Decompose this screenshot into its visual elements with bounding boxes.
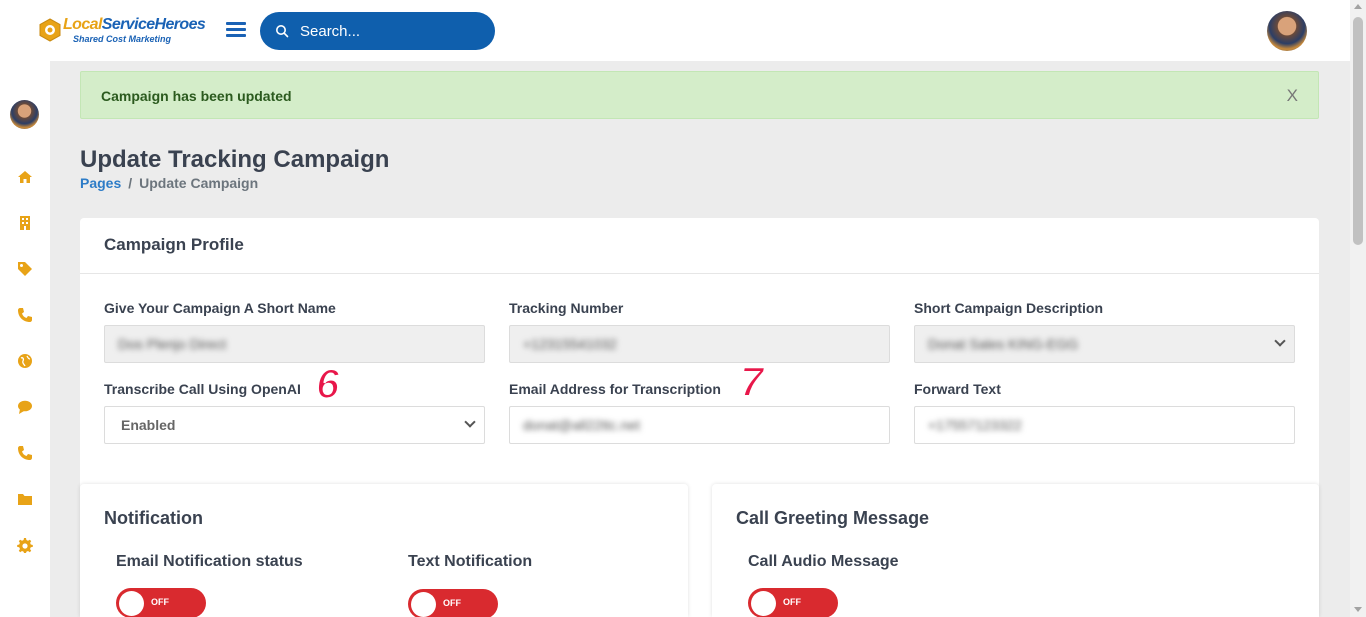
phone-icon[interactable] (17, 307, 33, 323)
sidebar (0, 61, 50, 617)
email-label: Email Address for Transcription (509, 381, 721, 397)
tag-icon[interactable] (17, 261, 33, 277)
page-title: Update Tracking Campaign (80, 146, 390, 173)
call-audio-toggle[interactable]: OFF (748, 588, 838, 617)
email-input[interactable]: donat@all22ttc.net (509, 406, 890, 444)
call-greeting-title: Call Greeting Message (736, 508, 930, 528)
toggle-knob (751, 591, 776, 616)
transcribe-value: Enabled (121, 417, 176, 433)
breadcrumb: Pages / Update Campaign (80, 175, 258, 191)
toggle-state: OFF (783, 597, 801, 607)
short-name-value: Dos Plenjo Direct (118, 336, 227, 352)
call-greeting-card: Call Greeting Message Call Audio Message… (712, 484, 1319, 617)
brand-name: LocalServiceHeroes (63, 16, 206, 33)
home-icon[interactable] (17, 169, 33, 185)
alert-message: Campaign has been updated (101, 88, 292, 104)
card-title: Campaign Profile (104, 235, 244, 254)
building-icon[interactable] (17, 215, 33, 231)
brand-tagline: Shared Cost Marketing (73, 34, 172, 44)
email-value: donat@all22ttc.net (523, 417, 640, 433)
scroll-down-icon[interactable] (1354, 607, 1362, 612)
menu-toggle-icon[interactable] (226, 22, 246, 40)
description-select[interactable]: Donat Sales KING-EGG (914, 325, 1295, 363)
tracking-number-input[interactable]: +12315541032 (509, 325, 890, 363)
toggle-knob (411, 592, 436, 617)
breadcrumb-pages-link[interactable]: Pages (80, 175, 121, 191)
short-name-input[interactable]: Dos Plenjo Direct (104, 325, 485, 363)
call-audio-label: Call Audio Message (748, 553, 899, 570)
forward-text-label: Forward Text (914, 381, 1001, 397)
forward-text-value: +17557123322 (928, 417, 1022, 433)
chevron-down-icon (1274, 335, 1286, 347)
notification-card: Notification Email Notification status O… (80, 484, 688, 617)
transcribe-select[interactable]: Enabled (104, 406, 485, 444)
phone-icon[interactable] (17, 445, 33, 461)
tracking-number-label: Tracking Number (509, 300, 624, 316)
toggle-knob (119, 591, 144, 616)
annotation-number: 7 (739, 357, 764, 406)
text-notification-toggle[interactable]: OFF (408, 589, 498, 617)
success-alert: Campaign has been updated X (80, 71, 1319, 119)
tracking-number-value: +12315541032 (523, 336, 617, 352)
brand-logo[interactable]: LocalServiceHeroes Shared Cost Marketing (39, 16, 206, 48)
toggle-state: OFF (151, 597, 169, 607)
description-label: Short Campaign Description (914, 300, 1104, 316)
search-input[interactable] (300, 12, 480, 50)
search-bar[interactable] (260, 12, 495, 50)
top-bar: LocalServiceHeroes Shared Cost Marketing (0, 0, 1350, 61)
folder-icon[interactable] (17, 491, 33, 507)
notification-title: Notification (104, 508, 203, 528)
breadcrumb-separator: / (128, 175, 133, 191)
search-icon (276, 25, 289, 38)
sidebar-avatar[interactable] (10, 100, 39, 129)
card-header: Campaign Profile (80, 218, 1319, 274)
text-notification-label: Text Notification (408, 553, 533, 570)
email-notification-label: Email Notification status (116, 553, 303, 570)
alert-close-button[interactable]: X (1287, 86, 1298, 106)
email-notification-toggle[interactable]: OFF (116, 588, 206, 617)
page-scrollbar[interactable] (1350, 0, 1366, 617)
scroll-up-icon[interactable] (1354, 4, 1362, 9)
scrollbar-thumb[interactable] (1353, 17, 1363, 245)
gear-icon[interactable] (17, 537, 33, 553)
chevron-down-icon (464, 416, 476, 428)
hexagon-logo-icon (39, 18, 61, 42)
globe-icon[interactable] (17, 353, 33, 369)
annotation-number: 6 (315, 359, 340, 408)
forward-text-input[interactable]: +17557123322 (914, 406, 1295, 444)
chat-icon[interactable] (17, 399, 33, 415)
user-avatar[interactable] (1267, 11, 1307, 51)
transcribe-label: Transcribe Call Using OpenAI (104, 381, 301, 397)
description-value: Donat Sales KING-EGG (928, 336, 1079, 352)
breadcrumb-current: Update Campaign (139, 175, 259, 191)
toggle-state: OFF (443, 598, 461, 608)
short-name-label: Give Your Campaign A Short Name (104, 300, 336, 316)
